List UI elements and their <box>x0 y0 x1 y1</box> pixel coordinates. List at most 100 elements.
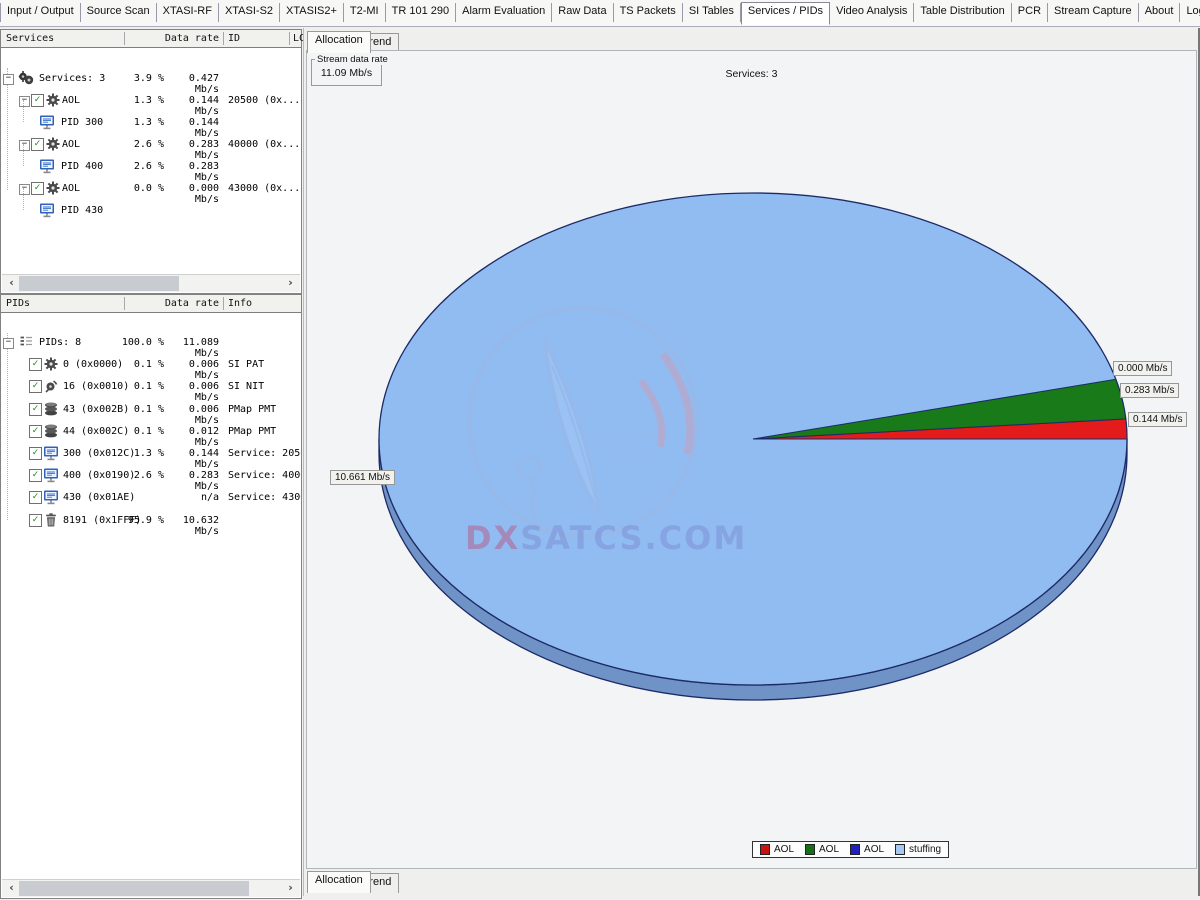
row-id: 20500 (0x... <box>228 95 301 106</box>
checkbox[interactable]: ✓ <box>29 358 42 371</box>
tree-row-pid[interactable]: PID 300 1.3 % 0.144 Mb/s <box>1 111 301 133</box>
tree-row-services-root[interactable]: − Services: 3 3.9 % 0.427 Mb/s <box>1 67 301 89</box>
tab-alarm-evaluation[interactable]: Alarm Evaluation <box>456 3 552 22</box>
tab-allocation-top[interactable]: Allocation <box>307 31 371 53</box>
scroll-right-icon[interactable]: › <box>283 881 298 896</box>
checkbox[interactable]: ✓ <box>29 380 42 393</box>
collapse-icon[interactable]: − <box>3 338 14 349</box>
row-info: PMap PMT <box>228 404 301 415</box>
row-label: AOL <box>62 183 80 194</box>
tab-about[interactable]: About <box>1139 3 1181 22</box>
scrollbar-thumb[interactable] <box>19 276 179 291</box>
checkbox[interactable]: ✓ <box>29 514 42 527</box>
tab-si-tables[interactable]: SI Tables <box>683 3 741 22</box>
row-label: PIDs: 8 <box>39 337 81 348</box>
tab-ts-packets[interactable]: TS Packets <box>614 3 683 22</box>
pid-monitor-icon <box>39 202 55 218</box>
tree-row-pid[interactable]: PID 400 2.6 % 0.283 Mb/s <box>1 155 301 177</box>
col-pids[interactable]: PIDs <box>6 298 30 309</box>
row-label: PID 400 <box>61 161 103 172</box>
col-divider[interactable] <box>223 32 224 45</box>
checkbox[interactable]: ✓ <box>31 138 44 151</box>
pid-monitor-icon <box>43 467 59 483</box>
tab-xtasis2plus[interactable]: XTASIS2+ <box>280 3 344 22</box>
tab-table-distribution[interactable]: Table Distribution <box>914 3 1011 22</box>
tree-row-service[interactable]: − ✓ AOL 0.0 % 0.000 Mb/s 43000 (0x... <box>1 177 301 199</box>
row-info: Service: 43000 ( <box>228 492 301 503</box>
tab-allocation-bottom[interactable]: Allocation <box>307 871 371 893</box>
row-info: SI PAT <box>228 359 301 370</box>
tree-row-pid[interactable]: ✓ 300 (0x012C) 1.3 % 0.144 Mb/s Service:… <box>1 442 301 464</box>
collapse-icon[interactable]: − <box>19 96 30 107</box>
tree-row-service[interactable]: − ✓ AOL 1.3 % 0.144 Mb/s 20500 (0x... <box>1 89 301 111</box>
col-divider[interactable] <box>223 297 224 310</box>
row-label: 430 (0x01AE) <box>63 492 135 503</box>
row-label: PID 430 <box>61 205 103 216</box>
pid-monitor-icon <box>43 489 59 505</box>
tab-xtasi-rf[interactable]: XTASI-RF <box>157 3 219 22</box>
checkbox[interactable]: ✓ <box>29 447 42 460</box>
tree-row-pid[interactable]: PID 430 <box>1 199 301 221</box>
slice-label-0-144: 0.144 Mb/s <box>1128 412 1187 427</box>
tree-row-pid[interactable]: ✓ 8191 (0x1FFF) 95.9 % 10.632 Mb/s <box>1 509 301 531</box>
legend-swatch-green <box>805 844 815 855</box>
tab-tr-101-290[interactable]: TR 101 290 <box>386 3 456 22</box>
col-services[interactable]: Services <box>6 33 54 44</box>
scroll-left-icon[interactable]: ‹ <box>4 276 19 291</box>
scroll-right-icon[interactable]: › <box>283 276 298 291</box>
col-divider[interactable] <box>289 32 290 45</box>
legend-label: stuffing <box>909 844 941 855</box>
scroll-left-icon[interactable]: ‹ <box>4 881 19 896</box>
tab-source-scan[interactable]: Source Scan <box>81 3 157 22</box>
tree-row-pid[interactable]: ✓ 44 (0x002C) 0.1 % 0.012 Mb/s PMap PMT <box>1 420 301 442</box>
tab-t2-mi[interactable]: T2-MI <box>344 3 386 22</box>
row-label: AOL <box>62 139 80 150</box>
tree-row-pid[interactable]: ✓ 0 (0x0000) 0.1 % 0.006 Mb/s SI PAT <box>1 353 301 375</box>
col-data-rate[interactable]: Data rate <box>124 33 223 44</box>
tree-row-pid[interactable]: ✓ 43 (0x002B) 0.1 % 0.006 Mb/s PMap PMT <box>1 398 301 420</box>
tab-video-analysis[interactable]: Video Analysis <box>830 3 914 22</box>
col-data-rate[interactable]: Data rate <box>124 298 223 309</box>
tree-row-pid[interactable]: ✓ 16 (0x0010) 0.1 % 0.006 Mb/s SI NIT <box>1 375 301 397</box>
checkbox[interactable]: ✓ <box>29 491 42 504</box>
tree-row-service[interactable]: − ✓ AOL 2.6 % 0.283 Mb/s 40000 (0x... <box>1 133 301 155</box>
collapse-icon[interactable]: − <box>19 140 30 151</box>
tree-row-pid[interactable]: ✓ 430 (0x01AE) n/a Service: 43000 ( <box>1 486 301 508</box>
checkbox[interactable]: ✓ <box>29 403 42 416</box>
checkbox[interactable]: ✓ <box>29 469 42 482</box>
col-info[interactable]: Info <box>228 298 252 309</box>
tab-services-pids[interactable]: Services / PIDs <box>741 2 830 25</box>
tab-stream-capture[interactable]: Stream Capture <box>1048 3 1139 22</box>
tree-row-pid[interactable]: ✓ 400 (0x0190) 2.6 % 0.283 Mb/s Service:… <box>1 464 301 486</box>
pids-hscrollbar[interactable]: ‹ › <box>2 879 300 897</box>
row-percent: 2.6 % <box>107 470 164 481</box>
row-percent: 0.1 % <box>107 426 164 437</box>
tab-raw-data[interactable]: Raw Data <box>552 3 613 22</box>
tree-row-pids-root[interactable]: − PIDs: 8 100.0 % 11.089 Mb/s <box>1 331 301 353</box>
services-hscrollbar[interactable]: ‹ › <box>2 274 300 292</box>
row-label: AOL <box>62 95 80 106</box>
pid-monitor-icon <box>39 158 55 174</box>
scrollbar-thumb[interactable] <box>19 881 249 896</box>
collapse-icon[interactable]: − <box>19 184 30 195</box>
checkbox[interactable]: ✓ <box>31 182 44 195</box>
row-percent: 0.1 % <box>107 404 164 415</box>
row-rate: n/a <box>164 492 219 503</box>
row-id: 40000 (0x... <box>228 139 301 150</box>
tab-xtasi-s2[interactable]: XTASI-S2 <box>219 3 280 22</box>
legend-label: AOL <box>819 844 839 855</box>
legend-item: AOL <box>760 844 794 855</box>
checkbox[interactable]: ✓ <box>29 425 42 438</box>
services-root-icon <box>18 70 34 86</box>
col-id[interactable]: ID <box>228 33 240 44</box>
collapse-icon[interactable]: − <box>3 74 14 85</box>
pmt-discs-icon <box>43 401 59 417</box>
row-id: 43000 (0x... <box>228 183 301 194</box>
row-label: Services: 3 <box>39 73 105 84</box>
pid-monitor-icon <box>39 114 55 130</box>
tab-pcr[interactable]: PCR <box>1012 3 1048 22</box>
row-percent: 1.3 % <box>107 448 164 459</box>
tab-log[interactable]: Log <box>1180 3 1200 22</box>
checkbox[interactable]: ✓ <box>31 94 44 107</box>
tab-input-output[interactable]: Input / Output <box>0 3 81 22</box>
